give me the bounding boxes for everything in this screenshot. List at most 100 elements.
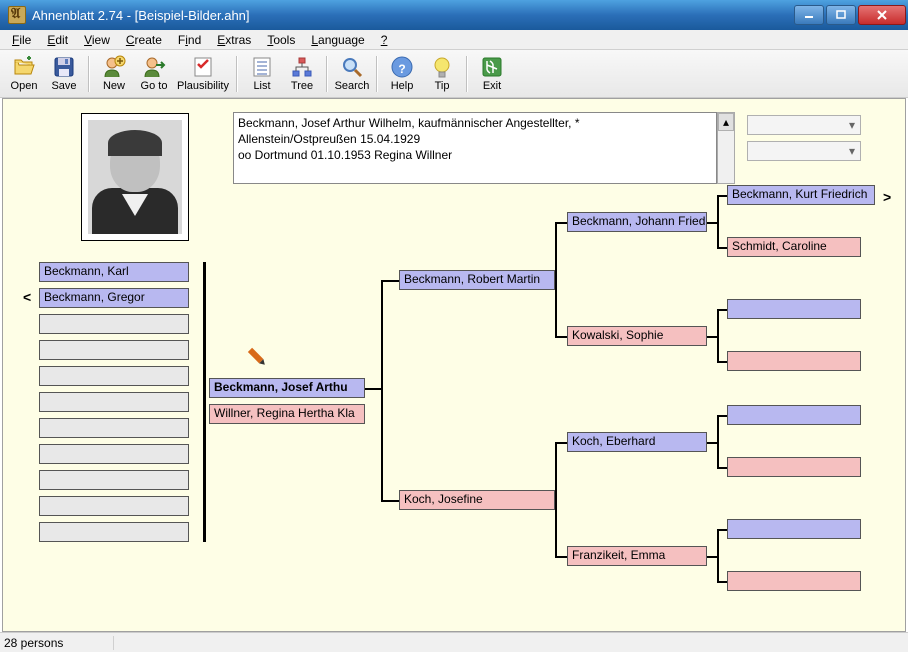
proband-box[interactable]: Beckmann, Josef Arthu [209,378,365,398]
greatgrandparent-box-empty[interactable] [727,571,861,591]
svg-text:?: ? [398,62,405,76]
search-label: Search [335,80,370,92]
info-line: oo Dortmund 01.10.1953 Regina Willner [238,147,712,163]
info-line: Beckmann, Josef Arthur Wilhelm, kaufmänn… [238,115,712,131]
child-box-empty[interactable] [39,470,189,490]
search-button[interactable]: Search [332,53,372,95]
window-title: Ahnenblatt 2.74 - [Beispiel-Bilder.ahn] [32,8,792,23]
new-button[interactable]: New [94,53,134,95]
list-button[interactable]: List [242,53,282,95]
chevron-down-icon: ▾ [844,118,860,132]
greatgrandparent-box-empty[interactable] [727,457,861,477]
list-icon [250,55,274,79]
new-label: New [103,80,125,92]
child-box-empty[interactable] [39,496,189,516]
floppy-icon [52,55,76,79]
menu-tools[interactable]: Tools [259,31,303,49]
tree-button[interactable]: Tree [282,53,322,95]
plausibility-label: Plausibility [177,80,229,92]
info-line: Allenstein/Ostpreußen 15.04.1929 [238,131,712,147]
child-box-empty[interactable] [39,340,189,360]
grandfather-paternal-box[interactable]: Beckmann, Johann Friedr [567,212,707,232]
status-bar: 28 persons [0,632,908,652]
greatgrandparent-box[interactable]: Schmidt, Caroline [727,237,861,257]
help-button[interactable]: ? Help [382,53,422,95]
folder-open-icon [12,55,36,79]
toolbar-separator [236,56,238,92]
menu-help[interactable]: ? [373,31,396,49]
child-box-empty[interactable] [39,314,189,334]
person-photo [88,120,182,234]
child-box-empty[interactable] [39,392,189,412]
magnifier-icon [340,55,364,79]
exit-icon [480,55,504,79]
open-button[interactable]: Open [4,53,44,95]
greatgrandparent-box-empty[interactable] [727,299,861,319]
tree-canvas: Beckmann, Josef Arthur Wilhelm, kaufmänn… [2,98,906,632]
toolbar-separator [466,56,468,92]
greatgrandparent-box-empty[interactable] [727,351,861,371]
checklist-icon [191,55,215,79]
info-scrollbar[interactable]: ▴ [717,112,735,184]
menu-file[interactable]: File [4,31,39,49]
open-label: Open [11,80,38,92]
bulb-icon [430,55,454,79]
maximize-button[interactable] [826,5,856,25]
child-box-empty[interactable] [39,418,189,438]
menu-language[interactable]: Language [303,31,372,49]
child-box-empty[interactable] [39,366,189,386]
toolbar-separator [326,56,328,92]
spouse-box[interactable]: Willner, Regina Hertha Kla [209,404,365,424]
grandmother-maternal-box[interactable]: Franzikeit, Emma [567,546,707,566]
toolbar-separator [88,56,90,92]
menu-create[interactable]: Create [118,31,170,49]
help-icon: ? [390,55,414,79]
child-box[interactable]: Beckmann, Karl [39,262,189,282]
person-info-box: Beckmann, Josef Arthur Wilhelm, kaufmänn… [233,112,717,184]
greatgrandparent-box-empty[interactable] [727,519,861,539]
menubar: File Edit View Create Find Extras Tools … [0,30,908,50]
tree-label: Tree [291,80,313,92]
goto-label: Go to [141,80,168,92]
toolbar: Open Save New Go to Plausibility List Tr… [0,50,908,98]
save-label: Save [51,80,76,92]
menu-view[interactable]: View [76,31,118,49]
close-button[interactable] [858,5,906,25]
father-box[interactable]: Beckmann, Robert Martin [399,270,555,290]
status-persons: 28 persons [4,636,114,650]
help-label: Help [391,80,414,92]
menu-find[interactable]: Find [170,31,209,49]
scroll-up-button[interactable]: ▴ [718,113,734,131]
exit-button[interactable]: Exit [472,53,512,95]
person-new-icon [102,55,126,79]
grandfather-maternal-box[interactable]: Koch, Eberhard [567,432,707,452]
tip-label: Tip [435,80,450,92]
goto-button[interactable]: Go to [134,53,174,95]
filter-dropdown-2[interactable]: ▾ [747,141,861,161]
person-photo-frame[interactable] [81,113,189,241]
filter-dropdown-1[interactable]: ▾ [747,115,861,135]
greatgrandparent-box[interactable]: Beckmann, Kurt Friedrich [727,185,875,205]
child-box-empty[interactable] [39,444,189,464]
exit-label: Exit [483,80,501,92]
person-goto-icon [142,55,166,79]
child-box[interactable]: Beckmann, Gregor [39,288,189,308]
menu-extras[interactable]: Extras [209,31,259,49]
chevron-down-icon: ▾ [844,144,860,158]
list-label: List [253,80,270,92]
plausibility-button[interactable]: Plausibility [174,53,232,95]
save-button[interactable]: Save [44,53,84,95]
minimize-button[interactable] [794,5,824,25]
grandmother-paternal-box[interactable]: Kowalski, Sophie [567,326,707,346]
nav-right-arrow[interactable]: > [883,189,891,205]
mother-box[interactable]: Koch, Josefine [399,490,555,510]
nav-left-arrow[interactable]: < [23,289,31,305]
tree-icon [290,55,314,79]
menu-edit[interactable]: Edit [39,31,76,49]
tip-button[interactable]: Tip [422,53,462,95]
pencil-icon[interactable] [248,338,276,366]
toolbar-separator [376,56,378,92]
greatgrandparent-box-empty[interactable] [727,405,861,425]
child-box-empty[interactable] [39,522,189,542]
app-icon [8,6,26,24]
